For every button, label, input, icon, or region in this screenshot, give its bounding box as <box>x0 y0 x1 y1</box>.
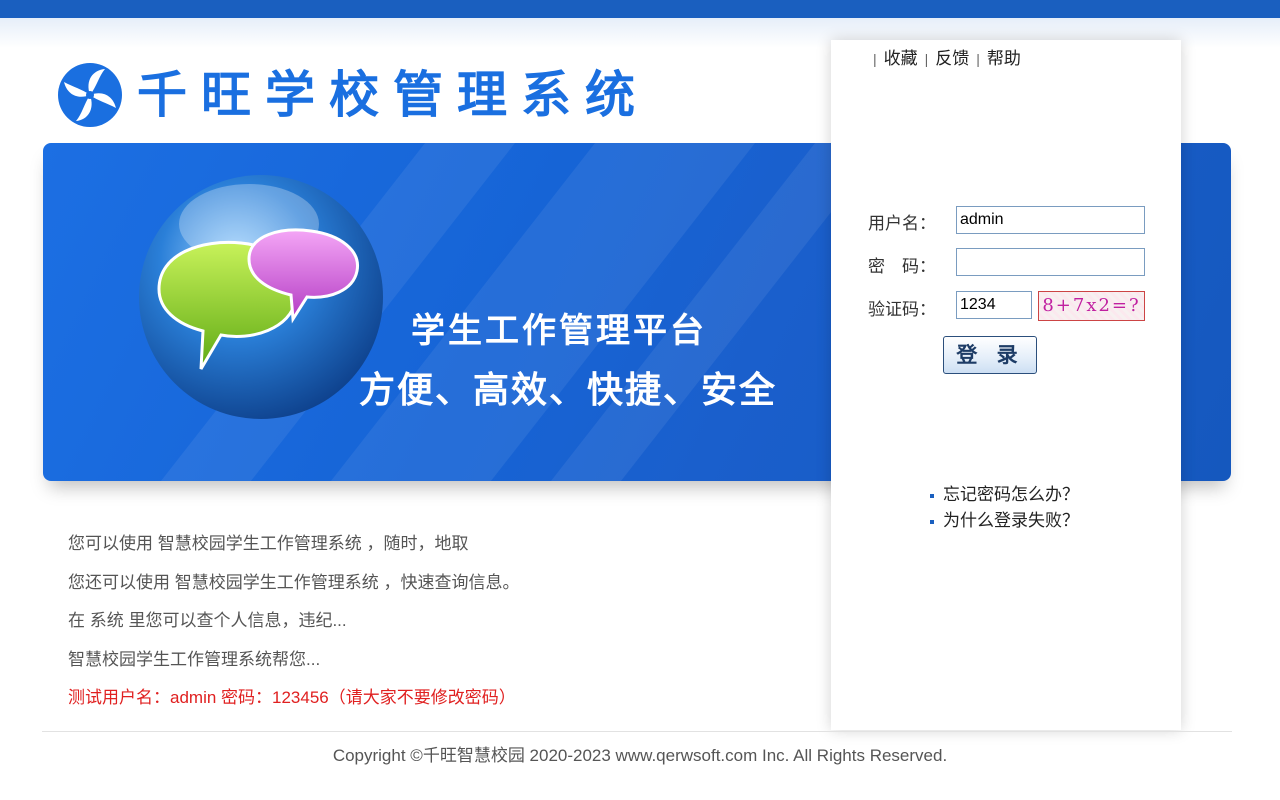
login-button[interactable]: 登 录 <box>943 336 1037 374</box>
logo-text: 千旺学校管理系统 <box>137 66 649 124</box>
captcha-image[interactable]: 8+7x2=? <box>1038 291 1145 321</box>
link-separator: | <box>873 51 877 67</box>
password-label: 密 码： <box>868 257 936 276</box>
logo: 千旺学校管理系统 <box>55 60 675 130</box>
username-label: 用户名： <box>868 214 936 233</box>
bullet-icon <box>930 493 934 498</box>
footer-divider <box>42 731 1232 732</box>
info-line: 您还可以使用 智慧校园学生工作管理系统 ，快速查询信息。 <box>68 572 520 592</box>
help-item[interactable]: 忘记密码怎么办？ <box>930 482 1079 508</box>
help-item[interactable]: 为什么登录失败？ <box>930 508 1079 534</box>
captcha-input[interactable] <box>956 291 1032 319</box>
feedback-link[interactable]: 反馈 <box>935 49 969 68</box>
favorite-link[interactable]: 收藏 <box>884 49 918 68</box>
password-input[interactable] <box>956 248 1145 276</box>
link-separator: | <box>976 51 980 67</box>
test-account-notice: 测试用户名：admin 密码：123456（请大家不要修改密码） <box>68 688 516 707</box>
bullet-icon <box>930 519 934 524</box>
pinwheel-logo-icon <box>58 63 122 127</box>
info-section: 您可以使用 智慧校园学生工作管理系统 ，随时，地取 您还可以使用 智慧校园学生工… <box>68 530 519 723</box>
top-bar <box>0 0 1280 18</box>
info-line: 您可以使用 智慧校园学生工作管理系统 ，随时，地取 <box>68 534 469 553</box>
forgot-password-link[interactable]: 忘记密码怎么办？ <box>943 485 1079 504</box>
banner-subtitle: 方便、高效、快捷、安全 <box>359 369 778 410</box>
help-links: 忘记密码怎么办？ 为什么登录失败？ <box>930 482 1079 534</box>
banner-title: 学生工作管理平台 <box>411 312 707 350</box>
link-separator: | <box>924 51 929 67</box>
info-line: 智慧校园学生工作管理系统帮您... <box>68 649 321 669</box>
chat-bubbles-globe-icon <box>139 175 383 419</box>
copyright-footer: Copyright ©千旺智慧校园 2020-2023 www.qerwsoft… <box>332 746 948 765</box>
header-links: | 收藏 | 反馈 | 帮助 <box>866 44 1021 69</box>
login-panel <box>831 40 1181 730</box>
info-line: 在 系统 里您可以查个人信息，违纪... <box>68 611 347 630</box>
login-failed-link[interactable]: 为什么登录失败？ <box>943 511 1079 530</box>
captcha-label: 验证码： <box>868 300 936 319</box>
help-link[interactable]: 帮助 <box>987 49 1021 68</box>
username-input[interactable] <box>956 206 1145 234</box>
